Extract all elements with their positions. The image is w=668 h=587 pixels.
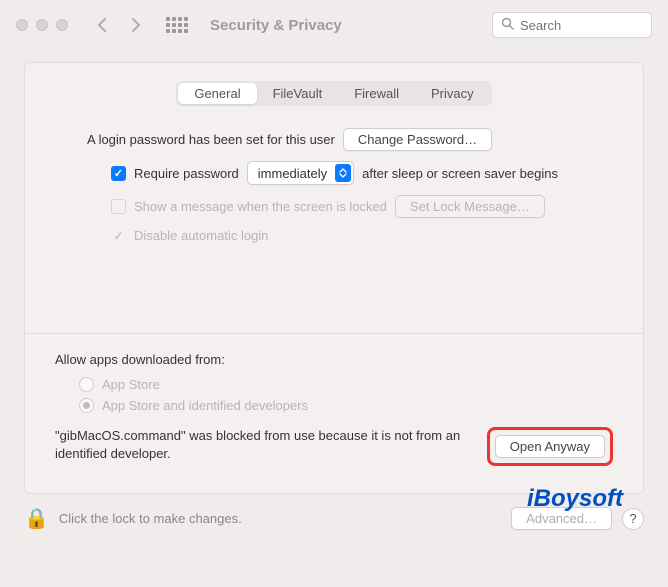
require-password-suffix: after sleep or screen saver begins <box>362 166 558 181</box>
allow-apps-section: Allow apps downloaded from: App Store Ap… <box>55 352 613 466</box>
back-button[interactable] <box>90 13 114 37</box>
tab-privacy[interactable]: Privacy <box>415 83 490 104</box>
allow-apps-heading: Allow apps downloaded from: <box>55 352 613 367</box>
show-lock-message-label: Show a message when the screen is locked <box>134 199 387 214</box>
radio-app-store-identified <box>79 398 94 413</box>
search-icon <box>501 17 514 33</box>
dropdown-value: immediately <box>258 166 327 181</box>
traffic-lights <box>16 19 68 31</box>
search-input[interactable] <box>520 18 643 33</box>
tab-firewall[interactable]: Firewall <box>338 83 415 104</box>
minimize-window-button[interactable] <box>36 19 48 31</box>
change-password-button[interactable]: Change Password… <box>343 128 492 151</box>
tab-general[interactable]: General <box>178 83 256 104</box>
search-field[interactable] <box>492 12 652 38</box>
disable-auto-login-label: Disable automatic login <box>134 228 268 243</box>
open-anyway-button[interactable]: Open Anyway <box>495 435 605 458</box>
password-set-label: A login password has been set for this u… <box>87 132 335 147</box>
show-lock-message-checkbox <box>111 199 126 214</box>
window-toolbar: Security & Privacy <box>0 0 668 50</box>
require-password-delay-dropdown[interactable]: immediately <box>247 161 354 185</box>
updown-icon <box>335 164 351 182</box>
set-lock-message-button: Set Lock Message… <box>395 195 545 218</box>
watermark: iBoysoft <box>527 485 623 513</box>
disable-auto-login-checkbox <box>111 228 126 243</box>
radio-app-store-identified-label: App Store and identified developers <box>102 398 308 413</box>
lock-hint-text: Click the lock to make changes. <box>59 511 501 526</box>
lock-icon[interactable]: 🔒 <box>24 506 49 531</box>
blocked-app-message: "gibMacOS.command" was blocked from use … <box>55 427 471 463</box>
show-all-prefs-button[interactable] <box>166 17 188 33</box>
zoom-window-button[interactable] <box>56 19 68 31</box>
close-window-button[interactable] <box>16 19 28 31</box>
section-divider <box>25 333 643 334</box>
tab-bar: General FileVault Firewall Privacy <box>176 81 491 106</box>
tab-filevault[interactable]: FileVault <box>257 83 339 104</box>
help-button[interactable]: ? <box>622 508 644 530</box>
login-section: A login password has been set for this u… <box>55 128 613 243</box>
require-password-checkbox[interactable] <box>111 166 126 181</box>
content-pane: General FileVault Firewall Privacy A log… <box>24 62 644 494</box>
forward-button[interactable] <box>124 13 148 37</box>
open-anyway-highlight: Open Anyway <box>487 427 613 466</box>
radio-app-store <box>79 377 94 392</box>
window-title: Security & Privacy <box>210 17 482 34</box>
require-password-label: Require password <box>134 166 239 181</box>
radio-app-store-label: App Store <box>102 377 160 392</box>
